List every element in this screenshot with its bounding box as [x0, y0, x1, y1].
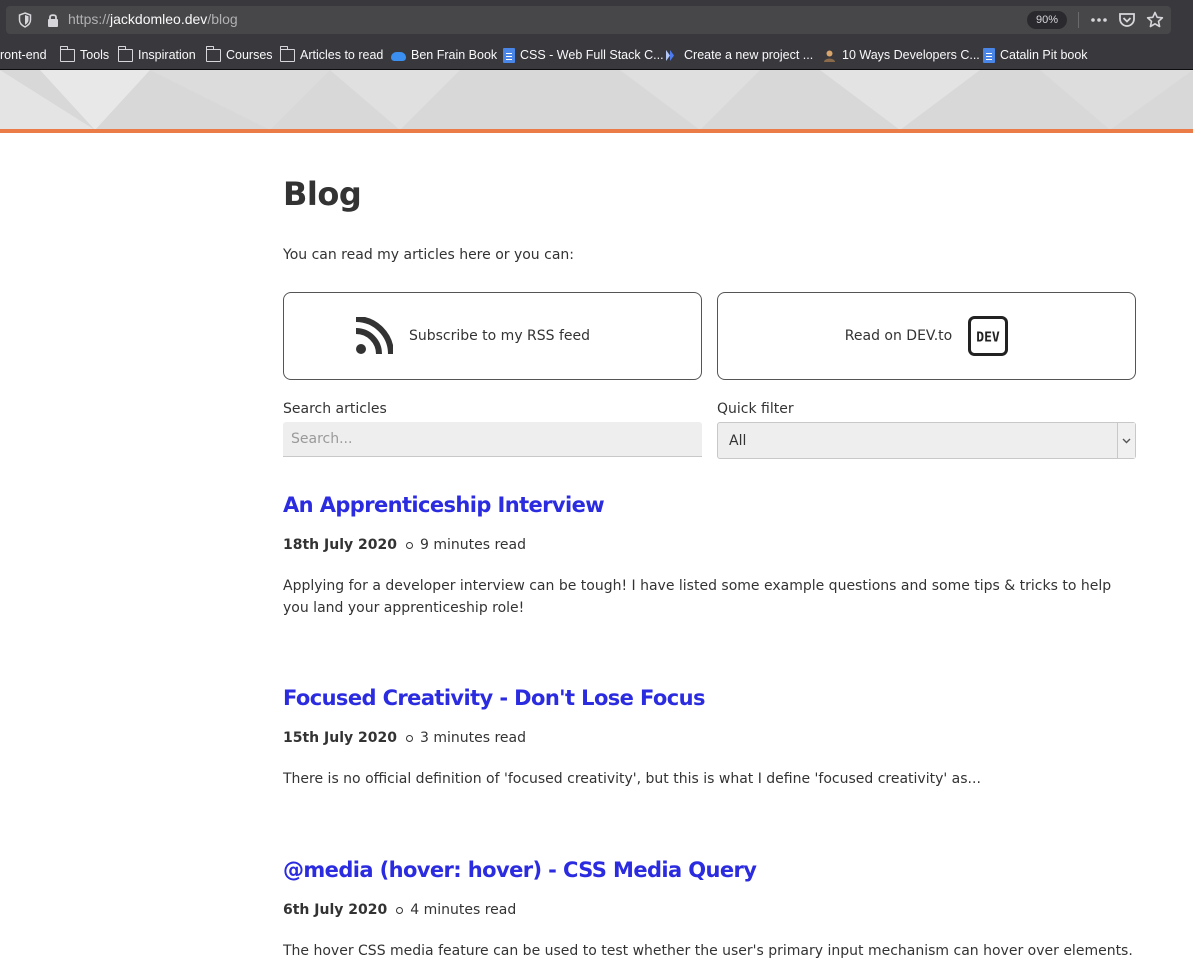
divider: [1078, 12, 1079, 28]
separator-dot-icon: [405, 734, 413, 742]
post-title-link[interactable]: Focused Creativity - Don't Lose Focus: [283, 686, 1136, 710]
lock-icon[interactable]: [46, 12, 60, 28]
avatar-icon: [824, 50, 835, 62]
bookmark-label: Tools: [80, 48, 110, 62]
bookmark-inspiration[interactable]: Inspiration: [117, 45, 196, 64]
post-item: Focused Creativity - Don't Lose Focus 15…: [283, 686, 1136, 790]
chevron-down-icon[interactable]: [1117, 423, 1135, 458]
zoom-indicator[interactable]: 90%: [1027, 11, 1067, 29]
search-label: Search articles: [283, 401, 387, 417]
browser-toolbar: https://jackdomleo.dev/blog 90%: [0, 0, 1193, 40]
bookmark-label: Inspiration: [138, 48, 196, 62]
site-icon: [666, 49, 674, 61]
pocket-icon[interactable]: [1118, 11, 1136, 29]
post-date: 15th July 2020: [283, 730, 397, 746]
bookmark-label: Ben Frain Book: [411, 48, 498, 62]
bookmark-label: 10 Ways Developers C...: [842, 48, 980, 62]
folder-icon: [279, 45, 295, 62]
accent-line: [0, 129, 1193, 133]
post-item: @media (hover: hover) - CSS Media Query …: [283, 858, 1136, 962]
doc-icon: [503, 47, 515, 63]
dev-to-button[interactable]: Read on DEV.to DEV: [717, 292, 1136, 380]
bookmark-courses[interactable]: Courses: [205, 45, 273, 64]
bookmark-css-web-full-stack[interactable]: CSS - Web Full Stack C...: [503, 46, 664, 64]
folder-icon: [59, 45, 75, 62]
post-title-link[interactable]: @media (hover: hover) - CSS Media Query: [283, 858, 1136, 882]
bookmark-ben-frain-book[interactable]: Ben Frain Book: [391, 46, 497, 64]
star-icon[interactable]: [1146, 11, 1164, 29]
post-date: 6th July 2020: [283, 902, 388, 918]
url-scheme: https://: [68, 11, 111, 27]
bookmark-catalin-pit-book[interactable]: Catalin Pit book: [983, 46, 1088, 64]
quick-filter-select[interactable]: All: [717, 422, 1136, 459]
dev-to-badge: DEV: [976, 331, 1000, 346]
bookmark-articles-to-read[interactable]: Articles to read: [279, 45, 384, 64]
folder-icon: [205, 45, 221, 62]
url-host: jackdomleo.dev: [110, 11, 208, 27]
bookmark-label: Create a new project ...: [684, 48, 814, 62]
bookmark-label: Courses: [226, 48, 273, 62]
bookmarks-bar: ront-end Tools Inspiration Courses Artic…: [0, 40, 1193, 70]
rss-icon: [355, 317, 393, 355]
separator-dot-icon: [396, 906, 404, 914]
doc-icon: [983, 47, 995, 63]
shield-icon[interactable]: [18, 12, 32, 28]
dev-to-icon: DEV: [968, 316, 1009, 356]
post-date: 18th July 2020: [283, 537, 397, 553]
rss-label: Subscribe to my RSS feed: [408, 328, 591, 344]
dev-to-label: Read on DEV.to: [844, 328, 953, 344]
more-actions-icon[interactable]: [1090, 11, 1108, 29]
post-item: An Apprenticeship Interview 18th July 20…: [283, 493, 1136, 619]
bookmark-tools[interactable]: Tools: [59, 45, 110, 64]
search-input[interactable]: [283, 422, 702, 457]
separator-dot-icon: [405, 541, 413, 549]
filter-value: All: [729, 433, 747, 449]
address-bar[interactable]: https://jackdomleo.dev/blog 90%: [6, 6, 1171, 34]
post-meta: 15th July 2020 3 minutes read: [283, 730, 1136, 746]
url-path: /blog: [207, 11, 238, 27]
folder-icon: [117, 45, 133, 62]
page-title: Blog: [283, 175, 362, 213]
post-read-time: 3 minutes read: [419, 730, 526, 746]
post-excerpt: There is no official definition of 'focu…: [283, 771, 981, 787]
intro-text: You can read my articles here or you can…: [283, 247, 574, 263]
post-excerpt: The hover CSS media feature can be used …: [283, 943, 1133, 959]
cloud-icon: [391, 51, 406, 61]
banner-pattern: [0, 70, 1193, 130]
post-title-link[interactable]: An Apprenticeship Interview: [283, 493, 1136, 517]
bookmark-label: Catalin Pit book: [1000, 48, 1088, 62]
post-meta: 6th July 2020 4 minutes read: [283, 902, 1136, 918]
bookmark-label: ront-end: [0, 48, 47, 62]
site-header-banner: [0, 70, 1193, 130]
post-excerpt: Applying for a developer interview can b…: [283, 578, 1112, 616]
rss-subscribe-button[interactable]: Subscribe to my RSS feed: [283, 292, 702, 380]
url-text[interactable]: https://jackdomleo.dev/blog: [68, 11, 238, 27]
bookmark-create-project[interactable]: Create a new project ...: [664, 46, 813, 64]
bookmark-front-end[interactable]: ront-end: [0, 46, 47, 64]
post-meta: 18th July 2020 9 minutes read: [283, 537, 1136, 553]
filter-label: Quick filter: [717, 401, 794, 417]
post-read-time: 9 minutes read: [419, 537, 526, 553]
bookmark-10-ways-developers[interactable]: 10 Ways Developers C...: [822, 46, 980, 64]
bookmark-label: CSS - Web Full Stack C...: [520, 48, 664, 62]
bookmark-label: Articles to read: [300, 48, 384, 62]
post-read-time: 4 minutes read: [410, 902, 517, 918]
